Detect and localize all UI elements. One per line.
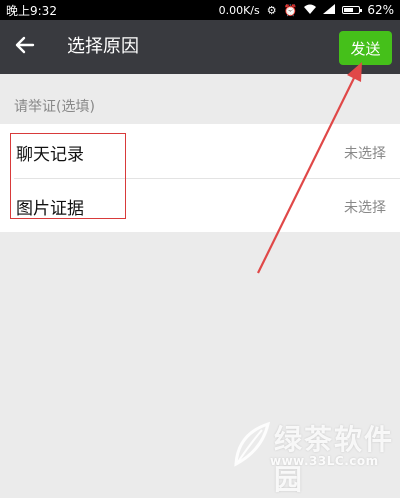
arrow-left-icon bbox=[15, 35, 35, 59]
list-item-value: 未选择 bbox=[344, 200, 386, 216]
signal-icon bbox=[323, 4, 336, 16]
list-item-name: 聊天记录 bbox=[16, 145, 84, 165]
battery-percent: 62% bbox=[367, 3, 394, 17]
network-speed: 0.00K/s bbox=[218, 3, 260, 17]
watermark-url: www.33LC.com bbox=[270, 454, 379, 468]
page-title: 选择原因 bbox=[67, 36, 139, 57]
status-right: 0.00K/s ⚙ ⏰ 62% bbox=[219, 3, 394, 17]
watermark: 绿茶软件园 www.33LC.com bbox=[232, 418, 400, 496]
settings-gear-icon: ⚙ bbox=[266, 3, 277, 17]
list-item-value: 未选择 bbox=[344, 146, 386, 162]
evidence-list: 聊天记录 未选择 图片证据 未选择 bbox=[0, 124, 400, 232]
back-button[interactable] bbox=[10, 32, 40, 62]
status-bar: 晚上9:32 0.00K/s ⚙ ⏰ 62% bbox=[0, 0, 400, 20]
battery-icon bbox=[342, 6, 363, 14]
send-button[interactable]: 发送 bbox=[339, 31, 392, 65]
list-item-name: 图片证据 bbox=[16, 199, 84, 219]
list-item-chat-records[interactable]: 聊天记录 未选择 bbox=[0, 124, 400, 179]
alarm-icon: ⏰ bbox=[283, 3, 298, 17]
section-label: 请举证(选填) bbox=[14, 99, 95, 115]
list-item-image-evidence[interactable]: 图片证据 未选择 bbox=[0, 178, 400, 232]
leaf-logo-icon bbox=[234, 421, 271, 467]
status-time: 晚上9:32 bbox=[6, 3, 57, 18]
wifi-icon bbox=[304, 4, 317, 16]
battery-fill bbox=[344, 8, 353, 12]
